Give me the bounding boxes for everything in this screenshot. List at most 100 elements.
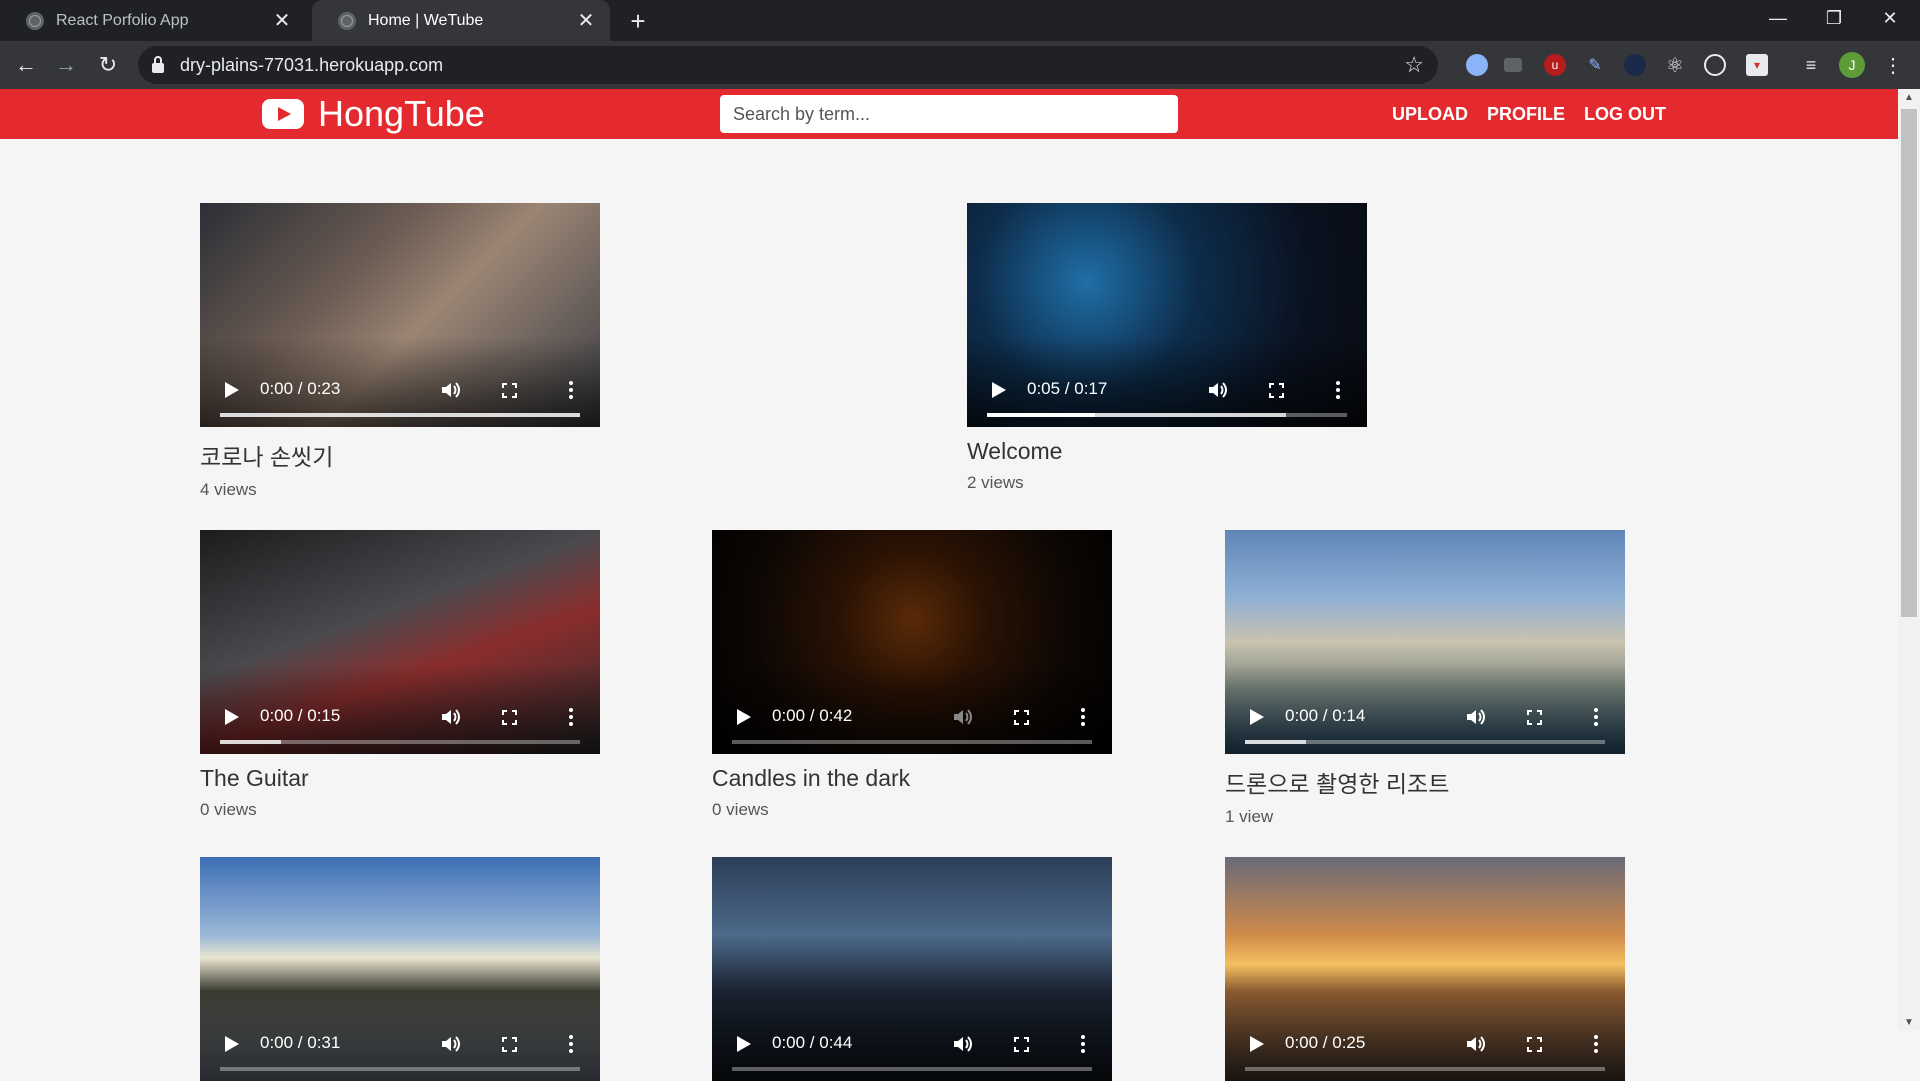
- fullscreen-icon[interactable]: [1527, 710, 1542, 725]
- fullscreen-icon[interactable]: [502, 1037, 517, 1052]
- video-player[interactable]: 0:00 / 0:15: [200, 530, 600, 754]
- volume-icon[interactable]: [440, 1035, 460, 1053]
- video-progress-fill: [1245, 1067, 1605, 1071]
- video-player[interactable]: 0:00 / 0:14: [1225, 530, 1625, 754]
- fullscreen-icon[interactable]: [1014, 710, 1029, 725]
- more-options-icon[interactable]: [1594, 1035, 1598, 1053]
- video-progress-bar[interactable]: [732, 1067, 1092, 1071]
- more-options-icon[interactable]: [1594, 708, 1598, 726]
- address-url[interactable]: dry-plains-77031.herokuapp.com: [180, 55, 1404, 76]
- play-icon[interactable]: [737, 1036, 751, 1052]
- extension-icon[interactable]: [1466, 54, 1488, 76]
- more-options-icon[interactable]: [569, 708, 573, 726]
- volume-icon[interactable]: [952, 708, 972, 726]
- video-card[interactable]: 0:00 / 0:25: [1225, 857, 1625, 1081]
- bookmark-star-icon[interactable]: ☆: [1404, 52, 1424, 78]
- site-logo[interactable]: HongTube: [262, 89, 485, 139]
- volume-icon[interactable]: [440, 381, 460, 399]
- tab-home-wetube[interactable]: Home | WeTube ✕: [312, 0, 610, 41]
- more-options-icon[interactable]: [569, 381, 573, 399]
- video-card[interactable]: 0:00 / 0:42 Candles in the dark 0 views: [712, 530, 1112, 820]
- react-devtools-icon[interactable]: ⚛: [1664, 54, 1686, 77]
- video-title[interactable]: Candles in the dark: [712, 765, 1112, 792]
- fullscreen-icon[interactable]: [502, 710, 517, 725]
- video-controls: 0:00 / 0:31: [200, 991, 600, 1081]
- play-icon[interactable]: [225, 382, 239, 398]
- video-progress-bar[interactable]: [220, 740, 580, 744]
- video-title[interactable]: 드론으로 촬영한 리조트: [1225, 765, 1625, 799]
- more-options-icon[interactable]: [1336, 381, 1340, 399]
- restore-button[interactable]: ❐: [1806, 0, 1862, 36]
- video-card[interactable]: 0:00 / 0:23 코로나 손씻기 4 views: [200, 203, 600, 500]
- video-player[interactable]: 0:00 / 0:23: [200, 203, 600, 427]
- play-icon[interactable]: [1250, 709, 1264, 725]
- nav-upload[interactable]: UPLOAD: [1392, 104, 1468, 125]
- volume-icon[interactable]: [952, 1035, 972, 1053]
- volume-icon[interactable]: [1465, 708, 1485, 726]
- video-progress-bar[interactable]: [1245, 740, 1605, 744]
- address-bar[interactable]: dry-plains-77031.herokuapp.com ☆: [138, 46, 1438, 84]
- video-card[interactable]: 0:00 / 0:44: [712, 857, 1112, 1081]
- volume-icon[interactable]: [1207, 381, 1227, 399]
- media-control-icon[interactable]: ≡: [1800, 54, 1822, 76]
- close-tab-icon[interactable]: ✕: [268, 7, 296, 35]
- video-progress-bar[interactable]: [732, 740, 1092, 744]
- target-icon[interactable]: [1704, 54, 1726, 76]
- play-icon[interactable]: [225, 709, 239, 725]
- ublock-icon[interactable]: u: [1544, 54, 1566, 76]
- fullscreen-icon[interactable]: [1527, 1037, 1542, 1052]
- extension-icon[interactable]: [1624, 54, 1646, 76]
- scrollbar-thumb[interactable]: [1901, 109, 1917, 617]
- pen-icon[interactable]: ✎: [1584, 54, 1606, 76]
- fullscreen-icon[interactable]: [1269, 383, 1284, 398]
- reload-icon[interactable]: ↻: [92, 49, 124, 81]
- pocket-icon[interactable]: ▾: [1746, 54, 1768, 76]
- close-tab-icon[interactable]: ✕: [572, 7, 600, 35]
- scroll-up-arrow-icon[interactable]: ▲: [1898, 89, 1920, 105]
- play-icon[interactable]: [1250, 1036, 1264, 1052]
- video-progress-bar[interactable]: [987, 413, 1347, 417]
- video-player[interactable]: 0:05 / 0:17: [967, 203, 1367, 427]
- play-icon[interactable]: [225, 1036, 239, 1052]
- video-time: 0:00 / 0:44: [772, 1033, 853, 1052]
- video-progress-fill: [220, 740, 580, 744]
- more-options-icon[interactable]: [569, 1035, 573, 1053]
- forward-arrow-icon[interactable]: →: [50, 49, 82, 81]
- volume-icon[interactable]: [440, 708, 460, 726]
- new-tab-button[interactable]: +: [624, 6, 652, 36]
- play-icon[interactable]: [992, 382, 1006, 398]
- scroll-down-arrow-icon[interactable]: ▼: [1898, 1014, 1920, 1030]
- search-input[interactable]: [720, 95, 1178, 133]
- tab-react-portfolio[interactable]: React Porfolio App ✕: [0, 0, 306, 41]
- video-progress-bar[interactable]: [1245, 1067, 1605, 1071]
- video-title[interactable]: Welcome: [967, 438, 1367, 465]
- minimize-button[interactable]: —: [1750, 0, 1806, 36]
- play-icon[interactable]: [737, 709, 751, 725]
- fullscreen-icon[interactable]: [1014, 1037, 1029, 1052]
- nav-profile[interactable]: PROFILE: [1487, 104, 1565, 125]
- back-arrow-icon[interactable]: ←: [10, 49, 42, 81]
- video-card[interactable]: 0:00 / 0:14 드론으로 촬영한 리조트 1 view: [1225, 530, 1625, 827]
- video-title[interactable]: The Guitar: [200, 765, 600, 792]
- video-title[interactable]: 코로나 손씻기: [200, 438, 600, 472]
- video-player[interactable]: 0:00 / 0:25: [1225, 857, 1625, 1081]
- close-window-button[interactable]: ✕: [1862, 0, 1918, 36]
- video-progress-fill: [1245, 740, 1605, 744]
- video-card[interactable]: 0:00 / 0:15 The Guitar 0 views: [200, 530, 600, 820]
- fullscreen-icon[interactable]: [502, 383, 517, 398]
- nav-logout[interactable]: LOG OUT: [1584, 104, 1666, 125]
- video-card[interactable]: 0:00 / 0:31: [200, 857, 600, 1081]
- more-options-icon[interactable]: [1081, 708, 1085, 726]
- video-player[interactable]: 0:00 / 0:31: [200, 857, 600, 1081]
- page-scrollbar[interactable]: ▲ ▼: [1898, 89, 1920, 1030]
- video-player[interactable]: 0:00 / 0:44: [712, 857, 1112, 1081]
- video-progress-bar[interactable]: [220, 1067, 580, 1071]
- video-progress-bar[interactable]: [220, 413, 580, 417]
- video-player[interactable]: 0:00 / 0:42: [712, 530, 1112, 754]
- volume-icon[interactable]: [1465, 1035, 1485, 1053]
- profile-avatar[interactable]: J: [1839, 52, 1865, 78]
- more-options-icon[interactable]: [1081, 1035, 1085, 1053]
- browser-menu-icon[interactable]: ⋮: [1882, 54, 1904, 77]
- video-card[interactable]: 0:05 / 0:17 Welcome 2 views: [967, 203, 1367, 493]
- extension-icon[interactable]: [1504, 58, 1522, 72]
